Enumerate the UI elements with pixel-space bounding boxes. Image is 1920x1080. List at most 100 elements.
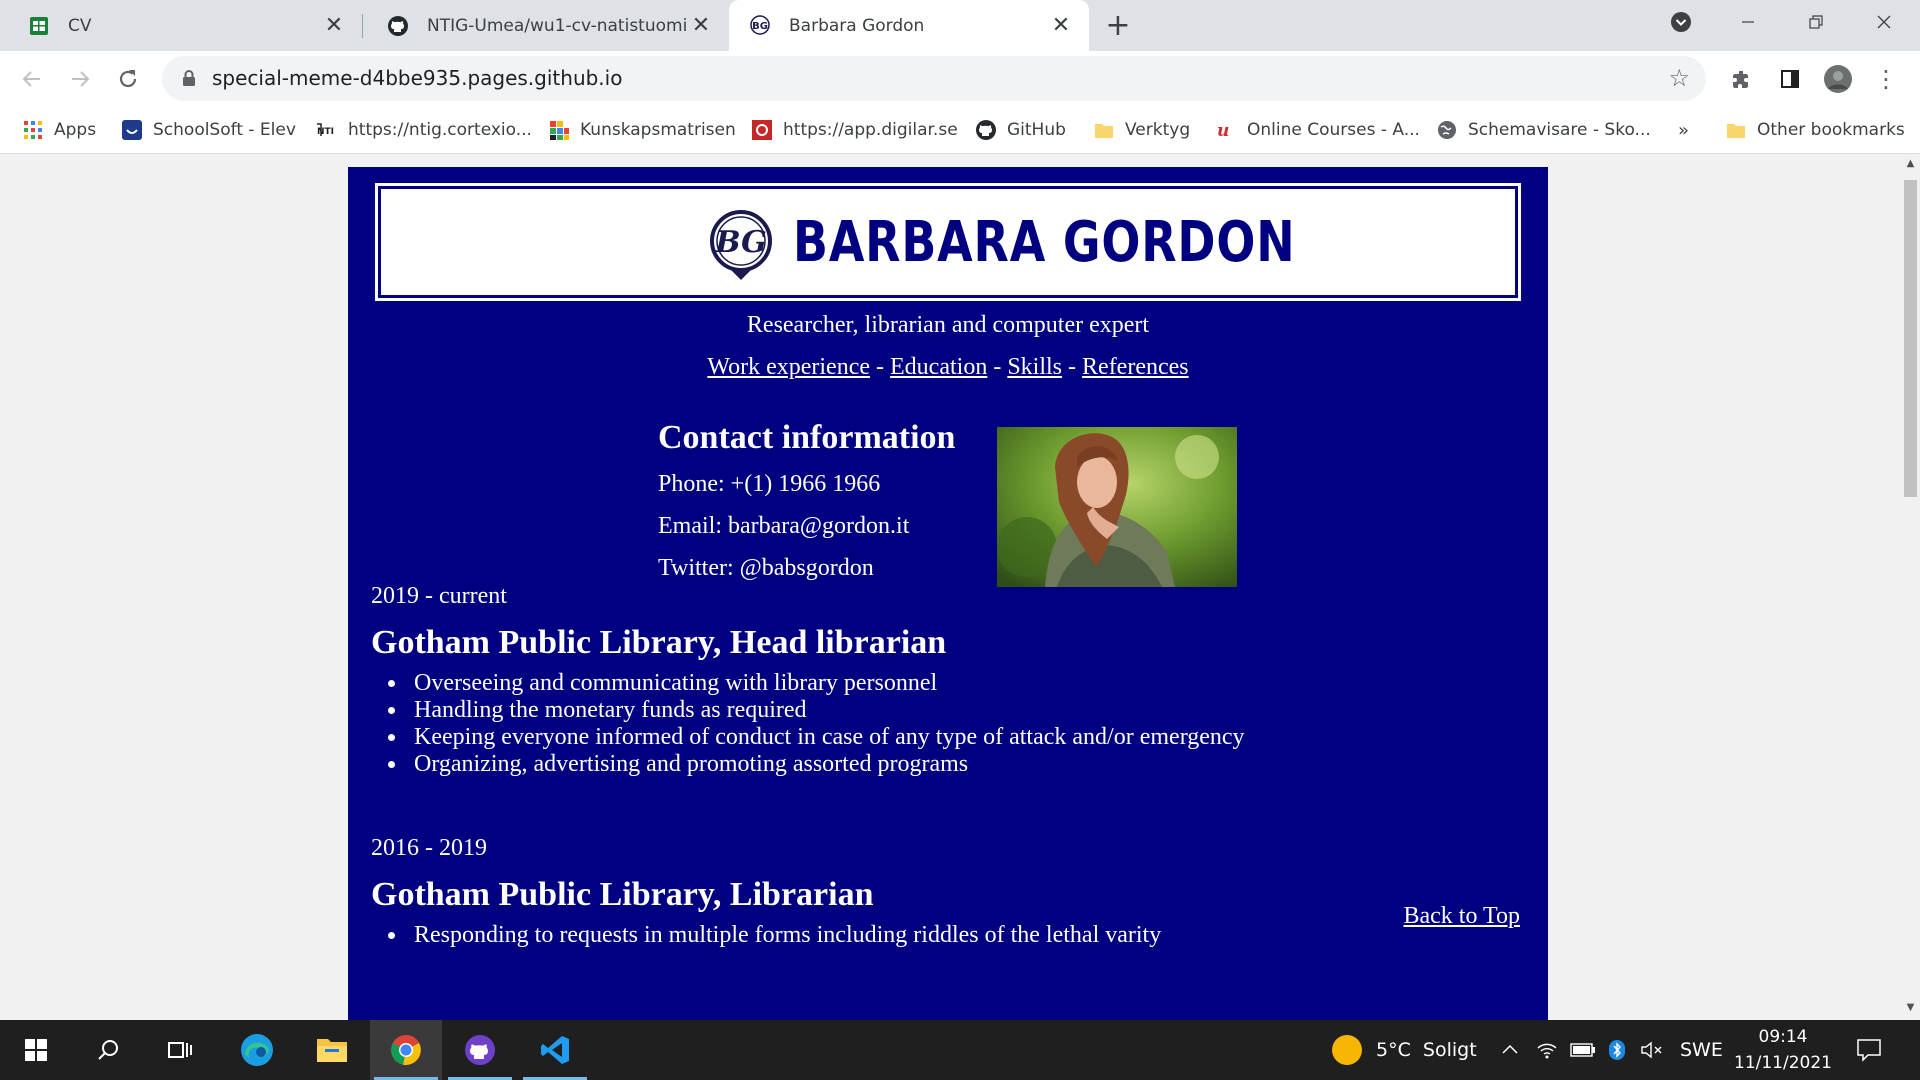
close-icon[interactable]: ✕ — [689, 13, 713, 38]
scrollbar-thumb[interactable] — [1904, 180, 1917, 497]
svg-text:u: u — [1217, 121, 1229, 141]
new-tab-button[interactable]: + — [1103, 8, 1133, 43]
bookmark-label: Apps — [54, 120, 97, 140]
job-entry: 2019 - current Gotham Public Library, He… — [371, 583, 1245, 778]
bookmark-label: https://ntig.cortexio... — [348, 120, 532, 140]
nav-separator: - — [993, 354, 1002, 380]
forward-arrow-icon[interactable] — [64, 63, 96, 95]
close-icon[interactable]: ✕ — [322, 13, 346, 38]
show-hidden-icons[interactable] — [1500, 1020, 1520, 1080]
nav-link-education[interactable]: Education — [890, 354, 987, 380]
job-duties: Overseeing and communicating with librar… — [408, 670, 1245, 778]
schoolsoft-icon — [121, 119, 143, 141]
back-arrow-icon[interactable] — [16, 63, 48, 95]
reload-icon[interactable] — [112, 63, 144, 95]
tab-title: Barbara Gordon — [789, 15, 925, 36]
nav-separator: - — [1068, 354, 1077, 380]
more-bookmarks-button[interactable]: » — [1678, 116, 1689, 144]
task-view-icon[interactable] — [144, 1020, 216, 1080]
contact-email: Email: barbara@gordon.it — [658, 513, 910, 539]
restore-icon[interactable] — [1786, 0, 1846, 44]
list-item: Overseeing and communicating with librar… — [408, 670, 1245, 697]
search-icon[interactable] — [72, 1020, 144, 1080]
tab-cv[interactable]: CV ✕ — [0, 0, 362, 51]
tagline: Researcher, librarian and computer exper… — [746, 312, 1150, 338]
page-title: BARBARA GORDON — [793, 210, 1296, 275]
windows-start-icon[interactable] — [0, 1020, 72, 1080]
bookmark-star-icon[interactable]: ☆ — [1668, 64, 1690, 92]
nav-link-work[interactable]: Work experience — [707, 354, 870, 380]
github-desktop-icon[interactable] — [444, 1020, 516, 1080]
input-language[interactable]: SWE — [1680, 1020, 1723, 1080]
bookmark-other[interactable]: Other bookmarks — [1725, 116, 1905, 144]
bookmark-verktyg[interactable]: Verktyg — [1093, 116, 1190, 144]
cv-header-box: BG BARBARA GORDON — [375, 183, 1521, 301]
bookmark-digilar[interactable]: https://app.digilar.se — [751, 116, 958, 144]
scroll-down-arrow-icon[interactable]: ▼ — [1905, 1002, 1916, 1013]
edge-icon[interactable] — [221, 1020, 293, 1080]
weather-widget[interactable]: 5°C Soligt — [1332, 1020, 1477, 1080]
clock-time: 09:14 — [1758, 1027, 1808, 1047]
job-period: 2016 - 2019 — [371, 835, 487, 861]
window-close-icon[interactable] — [1854, 0, 1914, 44]
chrome-icon[interactable] — [370, 1020, 442, 1080]
matrix-icon — [548, 119, 570, 141]
job-duties: Responding to requests in multiple forms… — [408, 922, 1161, 949]
profile-photo — [997, 427, 1237, 587]
minimize-icon[interactable] — [1718, 0, 1778, 44]
folder-icon — [1093, 119, 1115, 141]
scroll-up-arrow-icon[interactable]: ▲ — [1905, 158, 1916, 169]
wifi-icon[interactable] — [1536, 1020, 1558, 1080]
tab-github[interactable]: NTIG-Umea/wu1-cv-natistuomi: ✕ — [363, 0, 729, 51]
extensions-icon[interactable] — [1726, 63, 1758, 95]
svg-text:BG: BG — [752, 21, 768, 32]
bg-logo-icon: BG — [749, 14, 771, 37]
bookmark-label: Schemavisare - Sko... — [1468, 120, 1651, 140]
volume-muted-icon[interactable] — [1640, 1020, 1664, 1080]
job-title: Gotham Public Library, Librarian — [371, 876, 874, 913]
menu-kebab-icon[interactable]: ⋮ — [1870, 63, 1902, 95]
url-text[interactable]: special-meme-d4bbe935.pages.github.io — [212, 56, 622, 101]
google-sheets-icon — [28, 15, 50, 37]
bookmark-label: Other bookmarks — [1757, 120, 1905, 140]
close-icon[interactable]: ✕ — [1049, 13, 1073, 38]
tab-search-icon[interactable] — [1651, 0, 1711, 44]
nav-link-references[interactable]: References — [1082, 354, 1189, 380]
svg-text:BG: BG — [714, 225, 767, 260]
system-clock[interactable]: 09:14 11/11/2021 — [1728, 1020, 1838, 1080]
side-panel-icon[interactable] — [1774, 63, 1806, 95]
tab-barbara-gordon[interactable]: BG Barbara Gordon ✕ — [729, 0, 1089, 51]
bookmark-online-courses[interactable]: u Online Courses - A... — [1215, 116, 1420, 144]
bookmark-schemavisare[interactable]: Schemavisare - Sko... — [1436, 116, 1651, 144]
job-entry: 2016 - 2019 Gotham Public Library, Libra… — [371, 835, 1161, 949]
page-viewport: BG BARBARA GORDON Researcher, librarian … — [0, 154, 1901, 1020]
address-bar[interactable]: special-meme-d4bbe935.pages.github.io ☆ — [162, 56, 1706, 101]
digilar-icon — [751, 119, 773, 141]
bookmark-schoolsoft[interactable]: SchoolSoft - Elev — [121, 116, 296, 144]
bookmark-label: GitHub — [1007, 120, 1066, 140]
bookmark-github[interactable]: GitHub — [975, 116, 1066, 144]
contact-phone: Phone: +(1) 1966 1966 — [658, 471, 881, 497]
notification-center-icon[interactable] — [1856, 1020, 1882, 1080]
vscode-icon[interactable] — [519, 1020, 591, 1080]
tab-title: CV — [68, 15, 92, 36]
file-explorer-icon[interactable] — [296, 1020, 368, 1080]
lock-icon — [182, 69, 196, 87]
header-inner: BG BARBARA GORDON — [384, 192, 1512, 292]
bookmark-kunskapsmatrisen[interactable]: Kunskapsmatrisen — [548, 116, 736, 144]
bookmarks-bar: Apps SchoolSoft - Elev NTI https://ntig.… — [0, 106, 1920, 154]
tab-strip: CV ✕ NTIG-Umea/wu1-cv-natistuomi: ✕ BG B… — [0, 0, 1920, 51]
vertical-scrollbar[interactable]: ▲ ▼ — [1901, 154, 1920, 1020]
globe-icon — [1436, 119, 1458, 141]
profile-avatar[interactable] — [1822, 63, 1854, 95]
nav-link-skills[interactable]: Skills — [1007, 354, 1062, 380]
contact-section: Contact information Phone: +(1) 1966 196… — [658, 419, 955, 589]
battery-icon[interactable] — [1570, 1020, 1596, 1080]
bluetooth-icon[interactable] — [1608, 1020, 1626, 1080]
bookmark-ntig[interactable]: NTI https://ntig.cortexio... — [316, 116, 532, 144]
back-to-top-link[interactable]: Back to Top — [1403, 903, 1520, 930]
udemy-icon: u — [1215, 119, 1237, 141]
section-nav: Work experience - Education - Skills - R… — [348, 354, 1548, 381]
nav-separator: - — [876, 354, 885, 380]
bookmark-apps[interactable]: Apps — [22, 116, 96, 144]
